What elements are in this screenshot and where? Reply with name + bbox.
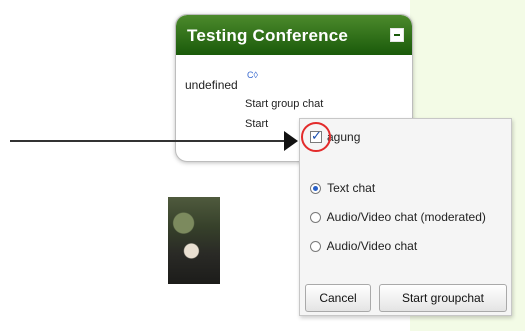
conference-header: Testing Conference [176,15,412,55]
user-label[interactable]: undefined [185,78,238,92]
radio-label: Text chat [327,181,376,195]
radio-button-selected[interactable] [310,183,321,195]
radio-label: Audio/Video chat [326,239,418,253]
radio-button[interactable] [310,241,321,253]
start-group-chat-link[interactable]: Start group chat [245,98,323,110]
start-groupchat-button[interactable]: Start groupchat [379,284,507,312]
minimize-icon[interactable] [390,28,404,42]
start-partial-link[interactable]: Start [245,118,268,130]
highlight-circle [301,122,331,152]
pointer-arrow-icon [284,131,298,151]
user-photo [168,197,220,284]
radio-text-chat[interactable]: Text chat [310,181,375,195]
radio-av-moderated[interactable]: Audio/Video chat (moderated) [310,210,486,224]
group-chat-dialog: agung Text chat Audio/Video chat (modera… [299,118,512,316]
pointer-arrow-line [10,140,290,142]
radio-label: Audio/Video chat (moderated) [326,210,486,224]
chat-icon: C◊ [247,70,258,80]
conference-title: Testing Conference [187,26,349,45]
radio-button[interactable] [310,212,321,224]
participant-label: agung [327,130,361,144]
radio-av-chat[interactable]: Audio/Video chat [310,239,417,253]
cancel-button[interactable]: Cancel [305,284,371,312]
